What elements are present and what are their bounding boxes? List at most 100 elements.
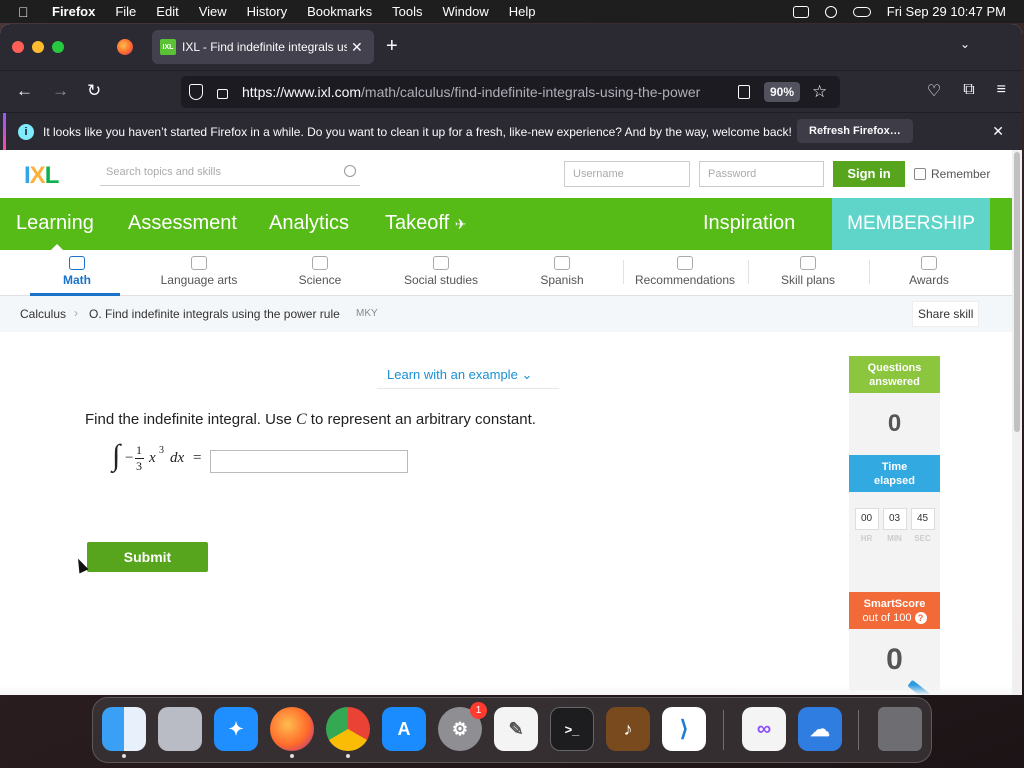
list-all-tabs-chevron-icon[interactable]: ⌄	[960, 37, 970, 51]
subnav-divider	[623, 260, 624, 284]
firefox-view-icon[interactable]	[117, 39, 133, 55]
zoom-level-badge[interactable]: 90%	[764, 82, 801, 102]
subject-math[interactable]: Math	[40, 256, 114, 287]
new-tab-icon[interactable]: +	[386, 35, 398, 58]
nav-takeoff[interactable]: Takeoff ✈	[385, 212, 466, 235]
notification-badge: 1	[470, 702, 487, 719]
submit-button[interactable]: Submit	[87, 542, 208, 572]
window-controls	[12, 41, 64, 53]
close-window-button[interactable]	[12, 41, 24, 53]
breadcrumb-calculus[interactable]: Calculus	[20, 307, 66, 321]
menu-help[interactable]: Help	[509, 4, 536, 19]
screen-mirroring-icon[interactable]	[792, 5, 809, 18]
script-editor-icon[interactable]: ✎	[494, 707, 538, 751]
menu-bookmarks[interactable]: Bookmarks	[307, 4, 372, 19]
back-arrow-icon[interactable]: ←	[16, 81, 33, 101]
minimize-window-button[interactable]	[32, 41, 44, 53]
navigation-toolbar: ← → ↻ https://www.ixl.com/math/calculus/…	[0, 70, 1022, 112]
sign-in-button[interactable]: Sign in	[833, 161, 905, 187]
notification-message: It looks like you haven’t started Firefo…	[43, 124, 792, 139]
nav-assessment[interactable]: Assessment	[128, 212, 237, 235]
search-icon[interactable]	[344, 165, 356, 177]
nav-learning[interactable]: Learning	[16, 212, 94, 235]
timer-minutes: 03 MIN	[882, 508, 907, 592]
chevron-down-icon: ⌄	[521, 367, 533, 382]
menu-tools[interactable]: Tools	[392, 4, 422, 19]
nav-recommendations[interactable]: Recommendations	[628, 256, 742, 287]
nav-membership[interactable]: MEMBERSHIP	[832, 198, 990, 250]
vertical-scrollbar[interactable]	[1012, 150, 1022, 695]
control-center-icon[interactable]	[852, 6, 871, 17]
subject-spanish[interactable]: Spanish	[530, 256, 594, 287]
extensions-puzzle-icon[interactable]: ⧉	[963, 81, 974, 101]
username-field[interactable]: Username	[564, 161, 690, 187]
menu-bar-clock[interactable]: Fri Sep 29 10:47 PM	[887, 4, 1006, 19]
finder-icon[interactable]	[102, 707, 146, 758]
weather-icon[interactable]: ☁	[798, 707, 842, 751]
variable-x: x	[149, 450, 156, 466]
address-bar[interactable]: https://www.ixl.com/math/calculus/find-i…	[181, 76, 840, 108]
subject-science[interactable]: Science	[290, 256, 350, 287]
bookmark-star-icon[interactable]: ☆	[812, 82, 827, 102]
skill-plans-icon	[800, 256, 816, 270]
help-question-icon[interactable]: ?	[914, 612, 927, 625]
tab-ixl[interactable]: IXL IXL - Find indefinite integrals us ✕	[152, 30, 374, 64]
time-elapsed-header: Time elapsed	[849, 455, 940, 492]
menu-file[interactable]: File	[115, 4, 136, 19]
menu-history[interactable]: History	[247, 4, 287, 19]
spotlight-search-icon[interactable]	[824, 5, 837, 18]
app-store-icon[interactable]: A	[382, 707, 426, 751]
vscode-icon[interactable]: ⟩	[662, 707, 706, 751]
tracking-protection-shield-icon[interactable]	[189, 84, 203, 100]
ixl-favicon-icon: IXL	[160, 39, 176, 55]
dock-separator	[723, 710, 724, 750]
firefox-window: IXL IXL - Find indefinite integrals us ✕…	[0, 24, 1022, 695]
timer-seconds: 45 SEC	[910, 508, 935, 592]
menu-app-name[interactable]: Firefox	[52, 4, 95, 19]
firefox-icon[interactable]	[270, 707, 314, 758]
nav-awards[interactable]: Awards	[895, 256, 963, 287]
close-notification-icon[interactable]: ✕	[992, 123, 1004, 140]
learn-with-example-link[interactable]: Learn with an example ⌄	[387, 367, 532, 383]
chrome-icon[interactable]	[326, 707, 370, 758]
answer-input[interactable]	[210, 450, 408, 473]
refresh-firefox-button[interactable]: Refresh Firefox…	[797, 119, 913, 143]
url-text[interactable]: https://www.ixl.com/math/calculus/find-i…	[242, 84, 728, 100]
remember-checkbox[interactable]: Remember	[914, 167, 990, 181]
apple-menu-icon[interactable]: 	[18, 4, 36, 20]
search-input[interactable]: Search topics and skills	[100, 162, 360, 186]
terminal-icon[interactable]: >_	[550, 707, 594, 751]
ixl-logo[interactable]: IXL	[24, 162, 59, 190]
safari-icon[interactable]: ✦	[214, 707, 258, 751]
dock-separator	[858, 710, 859, 750]
questions-answered-header: Questions answered	[849, 356, 940, 393]
nav-skill-plans[interactable]: Skill plans	[770, 256, 846, 287]
lock-icon[interactable]	[217, 89, 228, 99]
pocket-icon[interactable]: ♡	[927, 81, 941, 101]
zoom-window-button[interactable]	[52, 41, 64, 53]
nav-inspiration[interactable]: Inspiration	[703, 212, 795, 235]
remember-label: Remember	[931, 167, 991, 181]
subject-social-studies[interactable]: Social studies	[392, 256, 490, 287]
password-field[interactable]: Password	[699, 161, 824, 187]
tab-title: IXL - Find indefinite integrals us	[182, 40, 347, 54]
scrollbar-thumb[interactable]	[1014, 152, 1020, 432]
breadcrumb-chevron-icon: ›	[74, 306, 78, 320]
hamburger-menu-icon[interactable]: ≡	[997, 81, 1006, 101]
garageband-icon[interactable]: ♪	[606, 707, 650, 751]
subject-language-arts[interactable]: Language arts	[150, 256, 248, 287]
menu-window[interactable]: Window	[443, 4, 489, 19]
trash-icon[interactable]	[878, 707, 922, 751]
forward-arrow-icon[interactable]: →	[52, 81, 69, 101]
close-tab-icon[interactable]: ✕	[351, 39, 363, 56]
checkbox-box[interactable]	[914, 168, 926, 180]
visual-studio-icon[interactable]: ∞	[742, 707, 786, 751]
menu-view[interactable]: View	[199, 4, 227, 19]
launchpad-icon[interactable]	[158, 707, 202, 751]
reload-icon[interactable]: ↻	[87, 81, 101, 101]
reader-view-icon[interactable]	[738, 85, 750, 99]
nav-analytics[interactable]: Analytics	[269, 212, 349, 235]
system-settings-icon[interactable]: ⚙ 1	[438, 702, 487, 751]
share-skill-button[interactable]: Share skill	[912, 301, 980, 327]
menu-edit[interactable]: Edit	[156, 4, 178, 19]
